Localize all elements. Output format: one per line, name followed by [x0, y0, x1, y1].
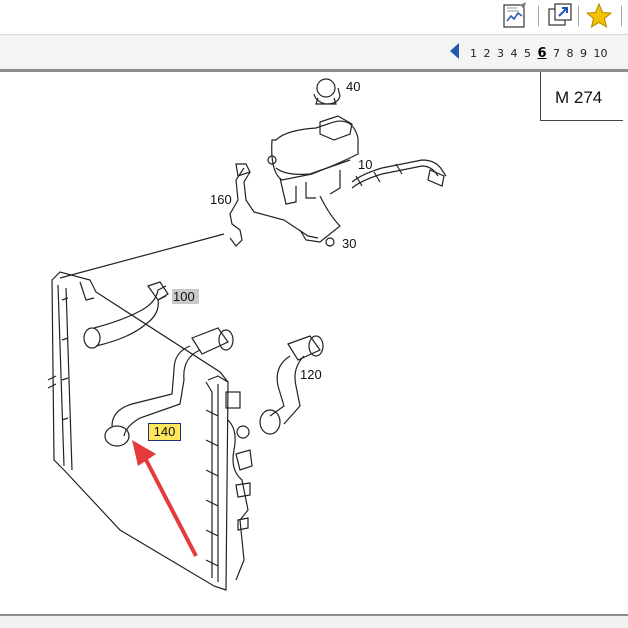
clamp-30 [325, 237, 335, 247]
status-bar [0, 616, 628, 628]
expansion-tank [267, 78, 359, 205]
prev-page-arrow-icon[interactable] [449, 42, 461, 64]
red-arrow [132, 440, 198, 557]
page-link-2[interactable]: 2 [484, 47, 491, 60]
hose-160 [229, 167, 245, 247]
page-link-7[interactable]: 7 [553, 47, 560, 60]
hose-120 [259, 335, 324, 435]
model-label-box: M 274 [540, 72, 623, 121]
callout-160[interactable]: 160 [210, 192, 232, 207]
callout-10[interactable]: 10 [358, 157, 372, 172]
callout-140-highlighted[interactable]: 140 [148, 423, 181, 441]
page-navigator: 1 2 3 4 5 6 7 8 9 10 [449, 42, 614, 64]
callout-40[interactable]: 40 [346, 79, 360, 94]
toolbar [0, 0, 628, 34]
toolbar-separator [578, 6, 579, 26]
page-link-8[interactable]: 8 [567, 47, 574, 60]
toolbar-separator [621, 6, 622, 26]
toolbar-separator [538, 6, 539, 26]
callout-120[interactable]: 120 [300, 367, 322, 382]
notepad-chart-icon[interactable] [500, 1, 530, 31]
callout-30[interactable]: 30 [342, 236, 356, 251]
callout-100[interactable]: 100 [172, 289, 199, 304]
page-link-4[interactable]: 4 [511, 47, 518, 60]
parts-diagram [47, 78, 447, 591]
leader-line [59, 233, 225, 279]
page-link-9[interactable]: 9 [580, 47, 587, 60]
page-number-list: 1 2 3 4 5 6 7 8 9 10 [470, 46, 614, 61]
external-link-icon[interactable] [546, 1, 576, 31]
model-label: M 274 [555, 88, 603, 107]
page-link-1[interactable]: 1 [470, 47, 477, 60]
star-icon[interactable] [584, 1, 614, 31]
page-link-5[interactable]: 5 [524, 47, 531, 60]
page-link-6[interactable]: 6 [538, 46, 547, 61]
page-link-10[interactable]: 10 [594, 47, 608, 60]
page-link-3[interactable]: 3 [497, 47, 504, 60]
